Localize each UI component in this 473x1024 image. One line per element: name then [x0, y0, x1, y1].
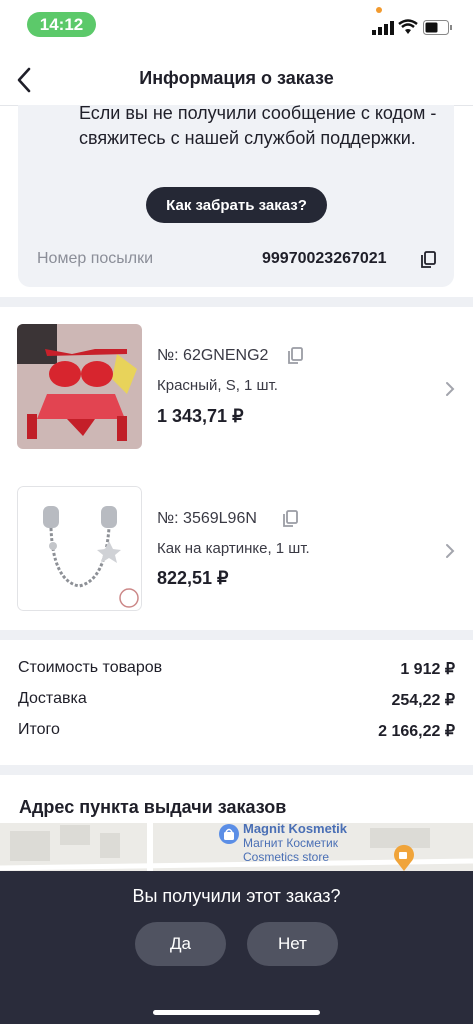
- wifi-icon: [398, 19, 418, 34]
- chevron-right-icon: [446, 382, 455, 396]
- received-question: Вы получили этот заказ?: [132, 886, 341, 906]
- product-image-lingerie: [17, 324, 142, 449]
- cafe-pin-icon: [394, 844, 414, 871]
- item-price: 822,51 ₽: [157, 568, 229, 588]
- no-button[interactable]: Нет: [247, 922, 338, 966]
- map-label-cyrillic: Магнит Косметик: [243, 836, 338, 850]
- item-variant: Как на картинке, 1 шт.: [157, 540, 310, 557]
- item-variant: Красный, S, 1 шт.: [157, 377, 278, 394]
- product-image-charm: [17, 486, 142, 611]
- status-dot: [376, 7, 382, 13]
- copy-icon[interactable]: [282, 510, 298, 528]
- status-time: 14:12: [27, 12, 96, 37]
- battery-icon: [423, 20, 452, 35]
- page-title: Информация о заказе: [139, 68, 334, 88]
- total-label: Итого: [18, 721, 60, 738]
- map-label-type: Cosmetics store: [243, 850, 330, 864]
- goods-cost-value: 1 912 ₽: [400, 661, 455, 678]
- item-sku: №: 3569L96N: [157, 510, 257, 527]
- tracking-number: 99970023267021: [262, 250, 387, 267]
- delivery-label: Доставка: [18, 690, 87, 707]
- total-value: 2 166,22 ₽: [378, 723, 455, 740]
- copy-icon[interactable]: [420, 251, 436, 269]
- map-label-latin: Magnit Kosmetik: [243, 821, 348, 836]
- notice-text: Если вы не получили сообщение с кодом - …: [79, 103, 437, 148]
- chevron-right-icon: [446, 544, 455, 558]
- item-price: 1 343,71 ₽: [157, 406, 244, 426]
- address-title: Адрес пункта выдачи заказов: [19, 797, 287, 817]
- tracking-label: Номер посылки: [37, 250, 154, 267]
- shopping-bag-pin-icon: [219, 824, 239, 844]
- how-to-pickup-button[interactable]: Как забрать заказ?: [146, 187, 327, 223]
- yes-button[interactable]: Да: [135, 922, 226, 966]
- signal-icon: [372, 21, 394, 35]
- item-sku: №: 62GNENG2: [157, 347, 269, 364]
- copy-icon[interactable]: [287, 347, 303, 365]
- goods-cost-label: Стоимость товаров: [18, 659, 163, 676]
- home-indicator: [153, 1010, 320, 1015]
- delivery-value: 254,22 ₽: [391, 692, 455, 709]
